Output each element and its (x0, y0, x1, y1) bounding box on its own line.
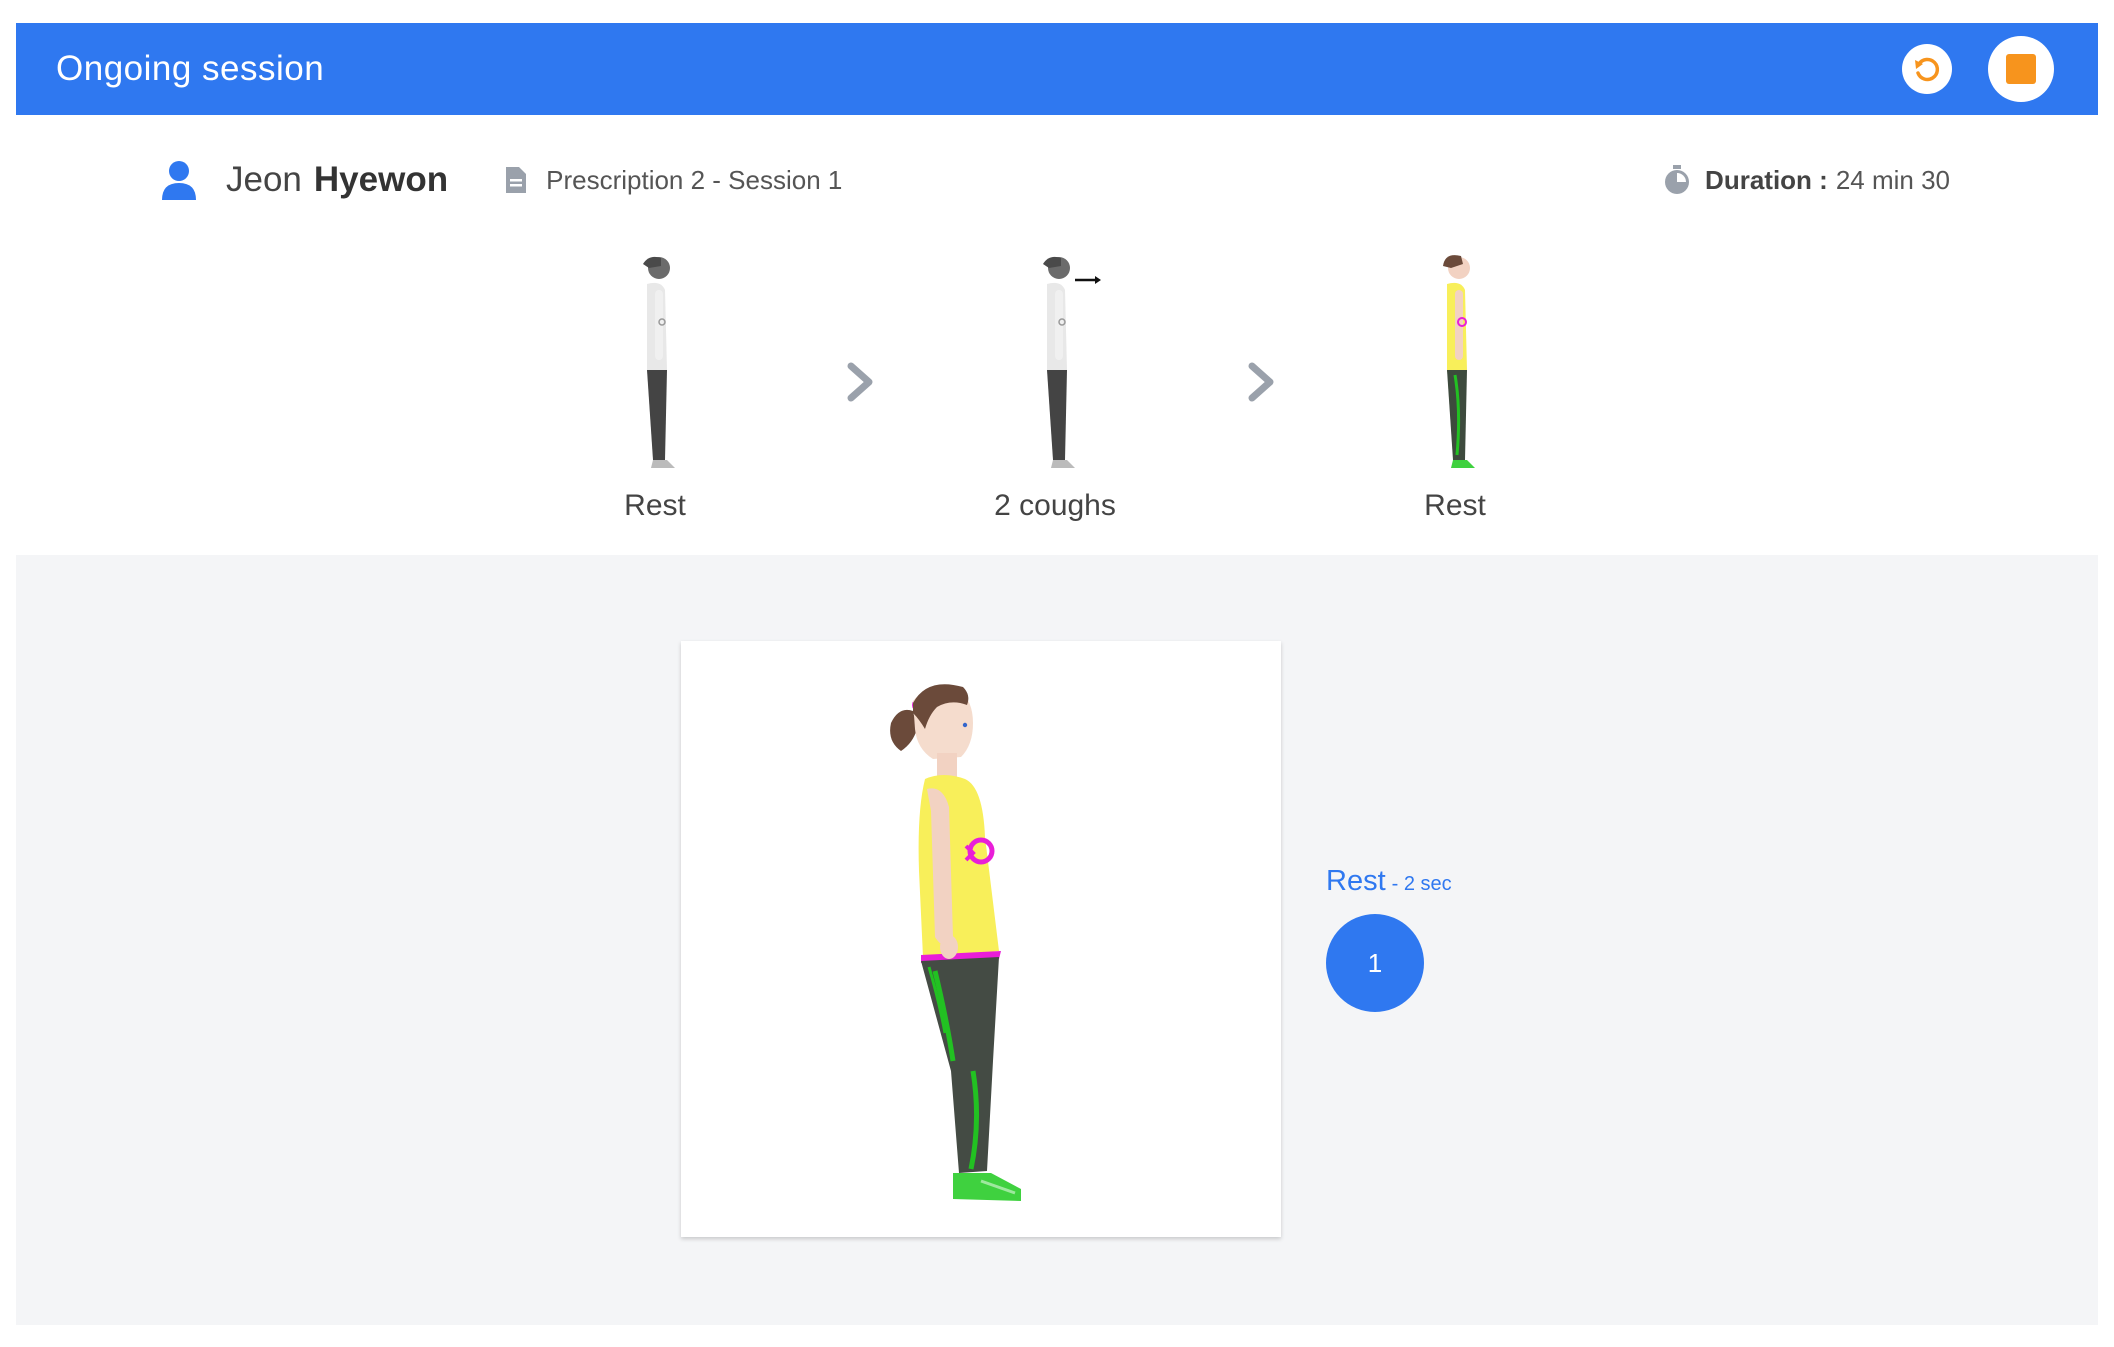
chevron-right-icon (1248, 362, 1274, 402)
header-bar: Ongoing session (16, 23, 2098, 115)
current-exercise: Rest - 2 sec 1 (1326, 865, 1452, 1012)
session-duration: Duration : 24 min 30 (1663, 164, 1950, 196)
exercise-figure-card (681, 641, 1281, 1237)
session-info: Jeon Hyewon Prescription 2 - Session 1 D… (160, 150, 1950, 210)
mini-figure-active-icon (1443, 255, 1475, 468)
patient-name: Jeon Hyewon (160, 160, 448, 200)
prescription-text: Prescription 2 - Session 1 (546, 164, 843, 195)
header-actions (1902, 36, 2054, 102)
step-label: 2 coughs (994, 489, 1116, 522)
document-icon (506, 167, 527, 193)
mini-figure-icon (643, 256, 675, 468)
duration-value: 24 min 30 (1835, 164, 1950, 195)
prescription-info: Prescription 2 - Session 1 (504, 165, 842, 196)
restart-button[interactable] (1902, 44, 1952, 94)
repetition-counter: 1 (1326, 914, 1424, 1012)
mini-figure-cough-icon (1043, 256, 1101, 468)
exercise-name: Rest (1326, 865, 1386, 897)
chevron-right-icon (847, 362, 873, 402)
patient-first-name: Jeon (226, 160, 302, 199)
duration-label: Duration : (1705, 164, 1828, 195)
exercise-sequence: Rest 2 coughs Rest (0, 250, 2114, 540)
step-label: Rest (1424, 489, 1486, 522)
exercise-panel: Rest - 2 sec 1 (16, 555, 2098, 1325)
timer-icon (1665, 165, 1690, 194)
stop-button[interactable] (1988, 36, 2054, 102)
patient-last-name: Hyewon (313, 160, 449, 199)
exercise-title: Rest - 2 sec (1326, 865, 1452, 898)
page-title: Ongoing session (56, 49, 325, 88)
exercise-duration: - 2 sec (1391, 873, 1452, 895)
step-label: Rest (624, 489, 686, 522)
step-rest-2[interactable]: Rest (1355, 250, 1555, 523)
stop-icon (2006, 54, 2036, 84)
step-coughs[interactable]: 2 coughs (955, 250, 1155, 523)
restart-icon (1915, 57, 1940, 82)
user-icon (162, 161, 196, 200)
step-rest-1[interactable]: Rest (555, 250, 755, 523)
woman-standing-figure (890, 684, 1021, 1201)
